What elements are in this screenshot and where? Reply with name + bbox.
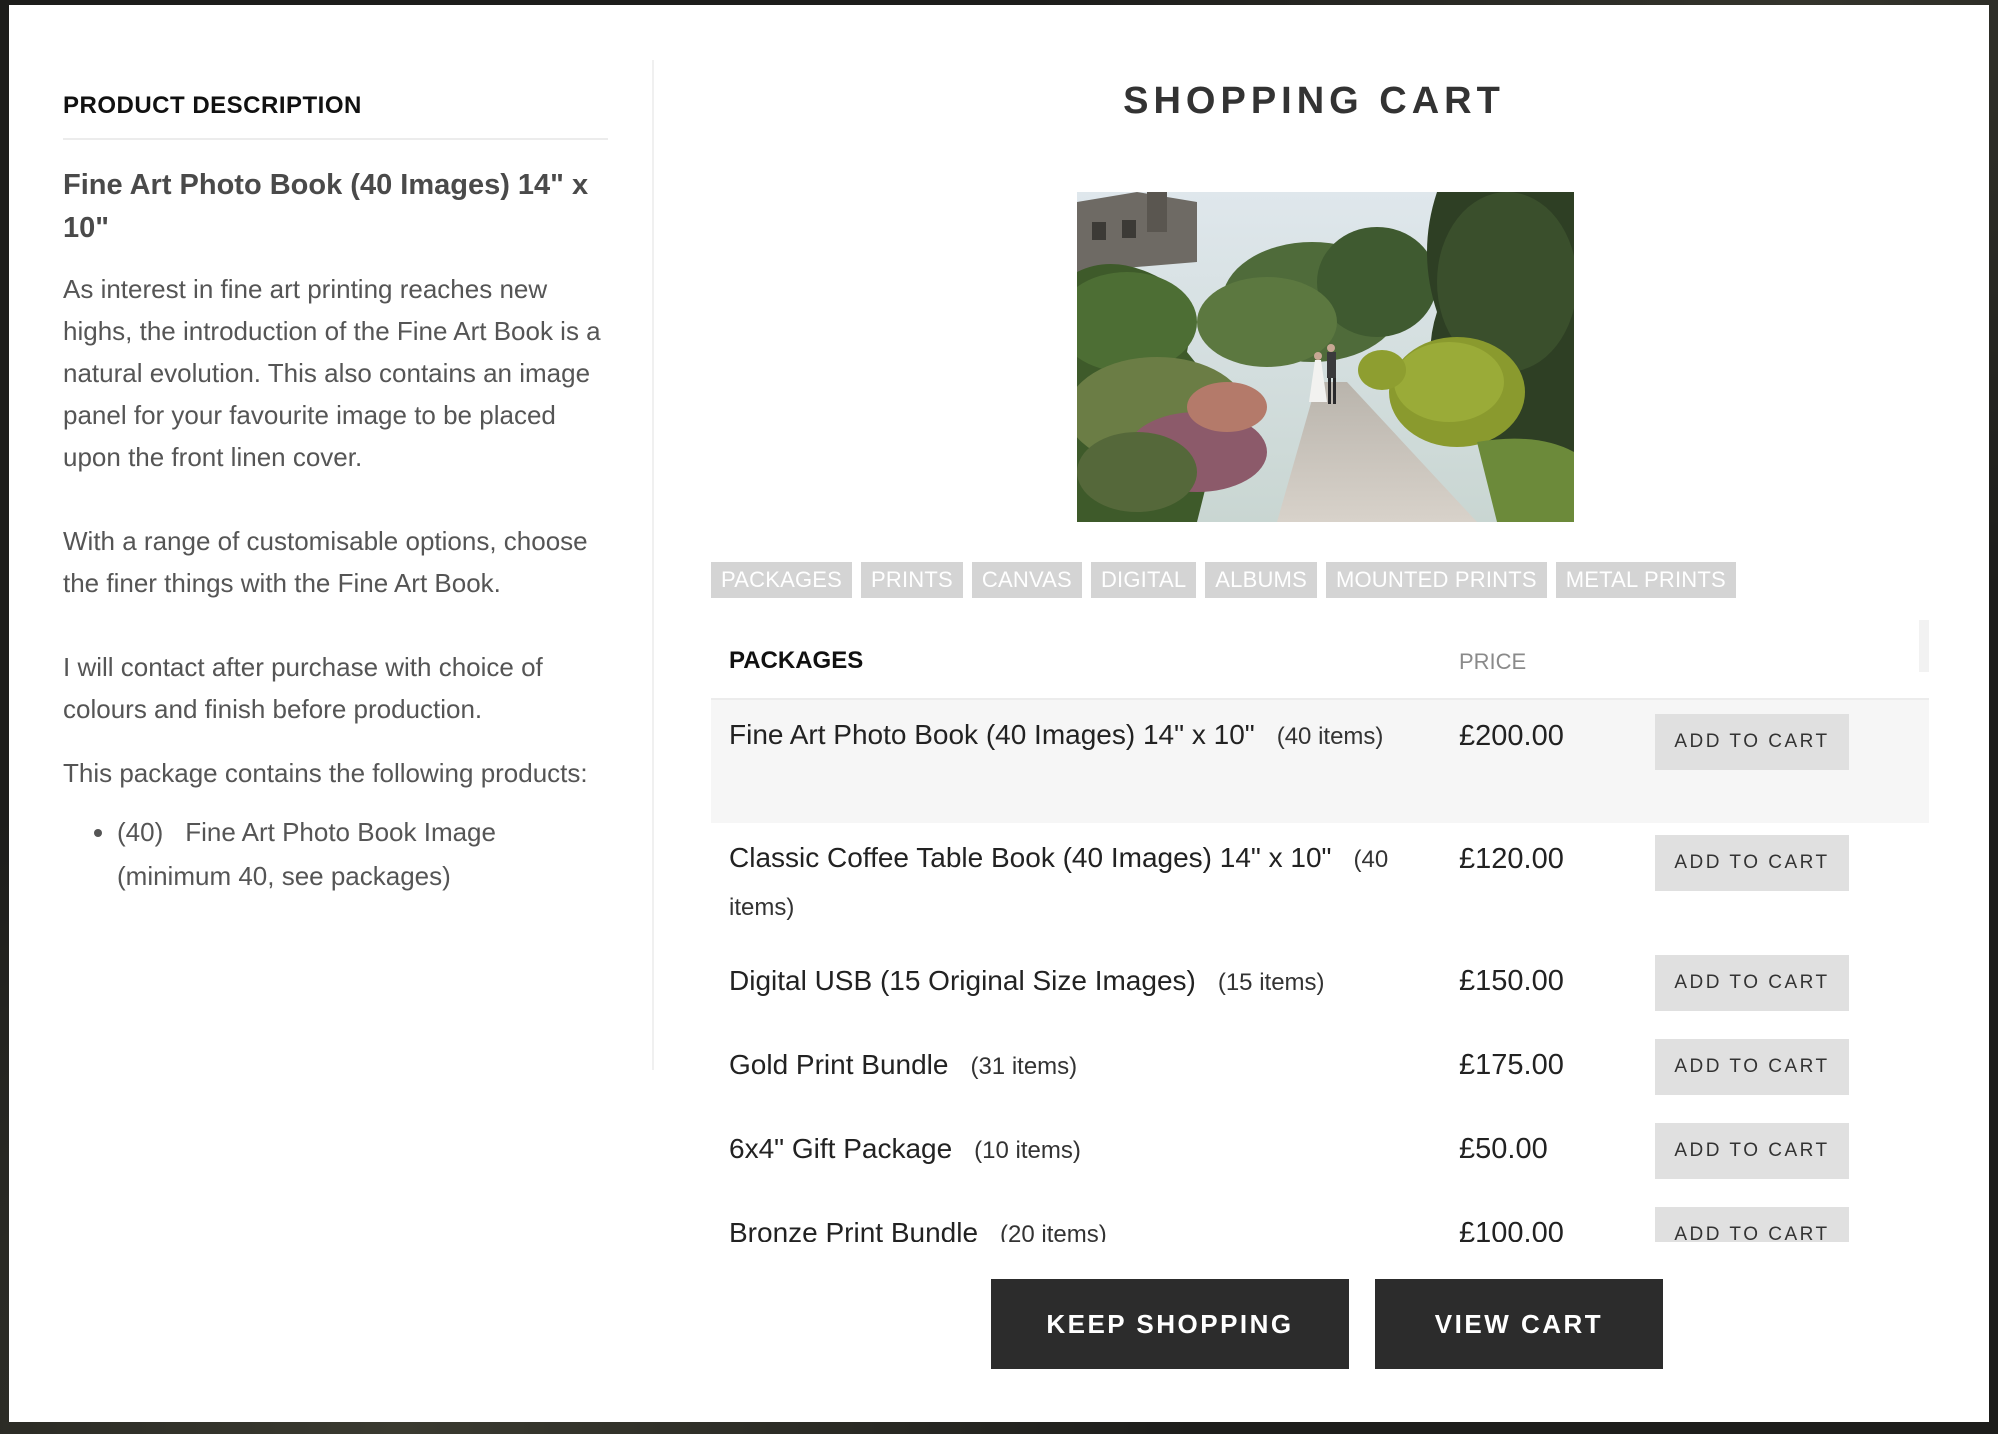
package-name-text: Classic Coffee Table Book (40 Images) 14… [729, 842, 1332, 873]
package-name-text: Digital USB (15 Original Size Images) [729, 965, 1196, 996]
tab-packages[interactable]: PACKAGES [711, 562, 853, 598]
package-name-text: Gold Print Bundle [729, 1049, 949, 1080]
tab-canvas[interactable]: CANVAS [971, 562, 1082, 598]
packages-table: PACKAGES PRICE Fine Art Photo Book (40 I… [711, 620, 1929, 1242]
description-paragraph: With a range of customisable options, ch… [63, 526, 588, 598]
column-header-price: PRICE [1459, 649, 1527, 674]
description-paragraph: I will contact after purchase with choic… [63, 652, 543, 724]
product-description-text: As interest in fine art printing reaches… [63, 268, 608, 730]
package-price: £100.00 [1459, 1217, 1564, 1242]
package-price: £150.00 [1459, 965, 1564, 997]
package-item-count: (10 items) [974, 1137, 1081, 1164]
package-name-text: Fine Art Photo Book (40 Images) 14" x 10… [729, 719, 1255, 750]
shopping-cart-panel: SHOPPING CART PACKAGES PRINTS CANVAS DIG… [699, 5, 1929, 1422]
package-item-quantity: (40) [117, 817, 164, 847]
table-row: 6x4" Gift Package (10 items) £50.00 ADD T… [711, 1111, 1929, 1195]
package-name-text: 6x4" Gift Package [729, 1133, 953, 1164]
add-to-cart-button[interactable]: ADD TO CART [1655, 714, 1849, 770]
add-to-cart-button[interactable]: ADD TO CART [1655, 835, 1849, 891]
package-name-text: Bronze Print Bundle [729, 1217, 979, 1242]
package-item-name: Fine Art Photo Book Image (minimum 40, s… [117, 817, 496, 891]
description-paragraph: As interest in fine art printing reaches… [63, 274, 601, 472]
package-item-count: (40 items) [1276, 723, 1384, 750]
tab-mounted-prints[interactable]: MOUNTED PRINTS [1325, 562, 1547, 598]
package-name: Digital USB (15 Original Size Images) (15… [729, 958, 1389, 1006]
package-price: £50.00 [1459, 1133, 1548, 1165]
table-row: Fine Art Photo Book (40 Images) 14" x 10… [711, 700, 1929, 823]
table-row: Classic Coffee Table Book (40 Images) 14… [711, 823, 1929, 943]
package-contents-item: (40)Fine Art Photo Book Image (minimum 4… [117, 810, 608, 898]
package-name: Gold Print Bundle (31 items) [729, 1042, 1389, 1090]
package-name: Bronze Print Bundle (20 items) [729, 1210, 1389, 1242]
table-row: Bronze Print Bundle (20 items) £100.00 AD… [711, 1195, 1929, 1242]
package-item-count: (20 items) [1000, 1221, 1107, 1242]
package-name: Fine Art Photo Book (40 Images) 14" x 10… [729, 712, 1389, 760]
column-header-packages: PACKAGES [729, 647, 864, 674]
package-contents-label: This package contains the following prod… [63, 758, 588, 788]
package-price: £120.00 [1459, 843, 1564, 875]
product-description-panel: PRODUCT DESCRIPTION Fine Art Photo Book … [63, 60, 608, 898]
add-to-cart-button[interactable]: ADD TO CART [1655, 1207, 1849, 1242]
shopping-cart-title: SHOPPING CART [1123, 80, 1505, 122]
product-photo [1077, 192, 1574, 522]
add-to-cart-button[interactable]: ADD TO CART [1655, 1123, 1849, 1179]
tab-albums[interactable]: ALBUMS [1205, 562, 1317, 598]
tab-prints[interactable]: PRINTS [861, 562, 963, 598]
product-title: Fine Art Photo Book (40 Images) 14" x 10… [63, 169, 589, 244]
package-item-count: (31 items) [970, 1053, 1078, 1080]
tab-digital[interactable]: DIGITAL [1090, 562, 1197, 598]
product-modal: PRODUCT DESCRIPTION Fine Art Photo Book … [9, 5, 1989, 1422]
product-description-heading: PRODUCT DESCRIPTION [63, 60, 608, 140]
package-item-count: (15 items) [1217, 969, 1325, 996]
column-divider [652, 60, 654, 1070]
package-name: Classic Coffee Table Book (40 Images) 14… [729, 835, 1389, 931]
package-contents-list: (40)Fine Art Photo Book Image (minimum 4… [63, 810, 608, 898]
add-to-cart-button[interactable]: ADD TO CART [1655, 1039, 1849, 1095]
add-to-cart-button[interactable]: ADD TO CART [1655, 955, 1849, 1011]
table-row: Gold Print Bundle (31 items) £175.00 ADD … [711, 1027, 1929, 1111]
table-header: PACKAGES PRICE [711, 620, 1929, 700]
category-tabs: PACKAGES PRINTS CANVAS DIGITAL ALBUMS MO… [711, 562, 1736, 598]
package-price: £200.00 [1459, 720, 1564, 752]
keep-shopping-button[interactable]: KEEP SHOPPING [991, 1279, 1349, 1369]
table-row: Digital USB (15 Original Size Images) (15… [711, 943, 1929, 1027]
package-price: £175.00 [1459, 1049, 1564, 1081]
view-cart-button[interactable]: VIEW CART [1375, 1279, 1663, 1369]
tab-metal-prints[interactable]: METAL PRINTS [1555, 562, 1736, 598]
package-name: 6x4" Gift Package (10 items) [729, 1126, 1389, 1174]
